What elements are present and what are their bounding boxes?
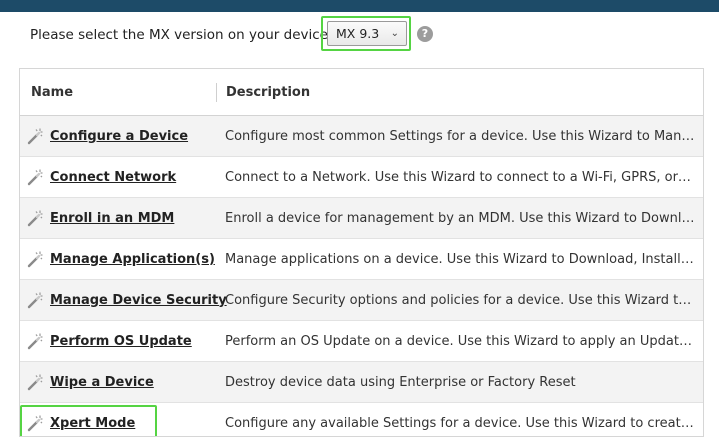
chevron-down-icon: ⌄ xyxy=(390,28,399,39)
magic-wand-icon xyxy=(27,374,43,391)
description-cell: Connect to a Network. Use this Wizard to… xyxy=(225,169,695,185)
magic-wand-icon xyxy=(27,292,43,309)
help-icon[interactable]: ? xyxy=(417,26,433,42)
wizard-link[interactable]: Perform OS Update xyxy=(50,334,192,349)
column-header-name-label: Name xyxy=(31,84,74,100)
description-cell: Manage applications on a device. Use thi… xyxy=(225,251,695,267)
column-header-name[interactable]: Name xyxy=(20,69,217,115)
wizard-link[interactable]: Manage Device Security xyxy=(50,293,227,308)
row-highlight-box xyxy=(20,405,157,436)
mx-version-selector-row: Please select the MX version on your dev… xyxy=(30,16,433,51)
magic-wand-icon xyxy=(27,128,43,145)
grid-body: Configure a Device Configure most common… xyxy=(20,116,703,436)
wizard-link[interactable]: Wipe a Device xyxy=(50,375,154,390)
top-banner xyxy=(0,0,719,12)
wizard-grid: Name Description Configure a Device Conf… xyxy=(19,68,704,437)
mx-version-value: MX 9.3 xyxy=(336,26,380,41)
table-row-2[interactable]: Connect Network Connect to a Network. Us… xyxy=(20,157,703,198)
table-row-1[interactable]: Configure a Device Configure most common… xyxy=(20,116,703,157)
table-row-7[interactable]: Wipe a Device Destroy device data using … xyxy=(20,362,703,403)
description-cell: Destroy device data using Enterprise or … xyxy=(225,374,576,390)
magic-wand-icon xyxy=(27,169,43,186)
name-cell: Connect Network xyxy=(20,157,217,197)
mx-version-select[interactable]: MX 9.3 ⌄ xyxy=(327,21,407,46)
wizard-link[interactable]: Manage Application(s) xyxy=(50,252,215,267)
wizard-link[interactable]: Connect Network xyxy=(50,170,176,185)
table-row-4[interactable]: Manage Application(s) Manage application… xyxy=(20,239,703,280)
column-header-description[interactable]: Description xyxy=(217,85,310,100)
wizard-link[interactable]: Enroll in an MDM xyxy=(50,211,174,226)
magic-wand-icon xyxy=(27,210,43,227)
name-cell: Wipe a Device xyxy=(20,362,217,402)
mx-version-label: Please select the MX version on your dev… xyxy=(30,27,333,43)
grid-header: Name Description xyxy=(20,69,703,116)
description-cell: Perform an OS Update on a device. Use th… xyxy=(225,333,695,349)
name-cell: Perform OS Update xyxy=(20,321,217,361)
name-cell: Manage Application(s) xyxy=(20,239,217,279)
table-row-6[interactable]: Perform OS Update Perform an OS Update o… xyxy=(20,321,703,362)
magic-wand-icon xyxy=(27,251,43,268)
description-cell: Configure Security options and policies … xyxy=(225,292,695,308)
name-cell: Enroll in an MDM xyxy=(20,198,217,238)
name-cell: Xpert Mode xyxy=(20,403,217,436)
name-cell: Configure a Device xyxy=(20,116,217,156)
magic-wand-icon xyxy=(27,333,43,350)
table-row-8[interactable]: Xpert Mode Configure any available Setti… xyxy=(20,403,703,436)
description-cell: Enroll a device for management by an MDM… xyxy=(225,210,695,226)
table-row-3[interactable]: Enroll in an MDM Enroll a device for man… xyxy=(20,198,703,239)
wizard-link[interactable]: Configure a Device xyxy=(50,129,188,144)
description-cell: Configure any available Settings for a d… xyxy=(225,415,695,431)
description-cell: Configure most common Settings for a dev… xyxy=(225,128,695,144)
name-cell: Manage Device Security xyxy=(20,280,227,320)
table-row-5[interactable]: Manage Device Security Configure Securit… xyxy=(20,280,703,321)
